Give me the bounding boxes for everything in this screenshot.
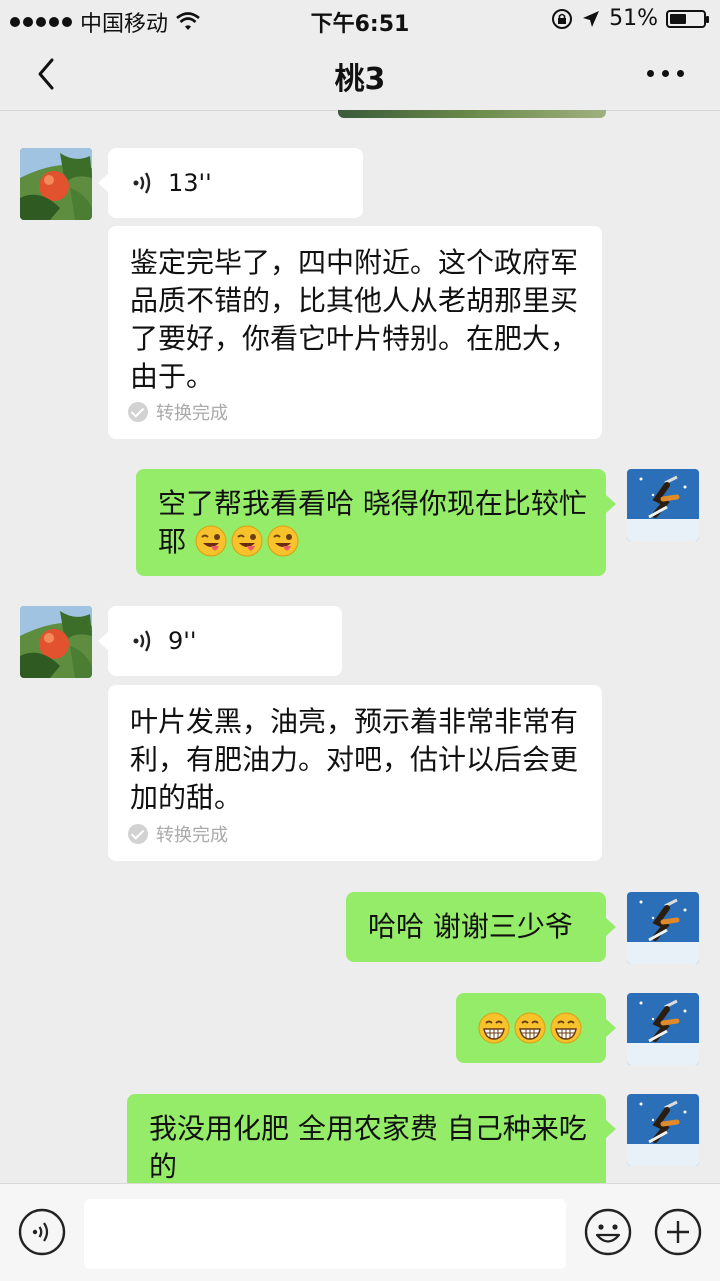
emoji-group xyxy=(478,1012,586,1044)
emoji-message-bubble[interactable] xyxy=(456,993,616,1063)
skier-avatar-image xyxy=(627,892,699,964)
previous-image-message[interactable] xyxy=(338,110,606,118)
battery-icon xyxy=(666,9,709,28)
voice-message-bubble[interactable]: 13'' xyxy=(98,148,363,218)
plus-icon[interactable] xyxy=(654,1208,702,1256)
outgoing-message-bubble[interactable]: 哈哈 谢谢三少爷 xyxy=(346,892,616,962)
message-input[interactable] xyxy=(84,1199,566,1269)
grinning-emoji-icon xyxy=(478,1012,514,1044)
chat-title: 桃3 xyxy=(334,62,386,97)
skier-avatar-image xyxy=(627,993,699,1065)
my-avatar[interactable] xyxy=(627,892,699,964)
voice-message-bubble[interactable]: 9'' xyxy=(98,606,342,676)
voice-wave-icon xyxy=(133,172,151,194)
emoji-group xyxy=(195,525,303,558)
location-arrow-icon xyxy=(583,10,600,27)
transcription-bubble[interactable]: 叶片发黑，油亮，预示着非常非常有利，有肥油力。对吧，估计以后会更加的甜。 转换完… xyxy=(108,685,602,861)
conversion-status: 转换完成 xyxy=(128,821,228,847)
battery-percent: 51% xyxy=(609,6,658,31)
grinning-emoji-icon xyxy=(550,1012,586,1044)
peach-avatar-image xyxy=(20,148,92,220)
chat-header: 桃3 xyxy=(0,36,720,111)
outgoing-message-bubble[interactable]: 空了帮我看看哈 晓得你现在比较忙耶 xyxy=(136,469,616,576)
voice-mode-icon[interactable] xyxy=(18,1208,66,1256)
my-avatar[interactable] xyxy=(627,469,699,541)
message-text: 哈哈 谢谢三少爷 xyxy=(368,910,573,943)
message-text: 鉴定完毕了，四中附近。这个政府军品质不错的，比其他人从老胡那里买了要好，你看它叶… xyxy=(130,246,579,393)
conversion-status: 转换完成 xyxy=(128,399,228,425)
check-circle-icon xyxy=(128,402,148,422)
winking-tongue-emoji-icon xyxy=(231,525,267,558)
winking-tongue-emoji-icon xyxy=(195,525,231,558)
chat-input-bar xyxy=(0,1183,720,1281)
contact-avatar[interactable] xyxy=(20,606,92,678)
rotation-lock-icon xyxy=(552,8,573,29)
skier-avatar-image xyxy=(627,1094,699,1166)
smiley-icon[interactable] xyxy=(584,1208,632,1256)
message-text: 我没用化肥 全用农家费 自己种来吃的 xyxy=(149,1112,587,1183)
peach-avatar-image xyxy=(20,606,92,678)
my-avatar[interactable] xyxy=(627,993,699,1065)
voice-duration: 9'' xyxy=(168,627,197,655)
transcription-bubble[interactable]: 鉴定完毕了，四中附近。这个政府军品质不错的，比其他人从老胡那里买了要好，你看它叶… xyxy=(108,226,602,439)
message-text: 叶片发黑，油亮，预示着非常非常有利，有肥油力。对吧，估计以后会更加的甜。 xyxy=(130,705,579,814)
contact-avatar[interactable] xyxy=(20,148,92,220)
check-circle-icon xyxy=(128,824,148,844)
more-dots-icon[interactable] xyxy=(647,70,684,77)
voice-wave-icon xyxy=(133,630,151,652)
my-avatar[interactable] xyxy=(627,1094,699,1166)
voice-duration: 13'' xyxy=(168,169,212,197)
grinning-emoji-icon xyxy=(514,1012,550,1044)
winking-tongue-emoji-icon xyxy=(267,525,303,558)
status-bar: 中国移动 下午6:51 51% xyxy=(0,0,720,37)
skier-avatar-image xyxy=(627,469,699,541)
